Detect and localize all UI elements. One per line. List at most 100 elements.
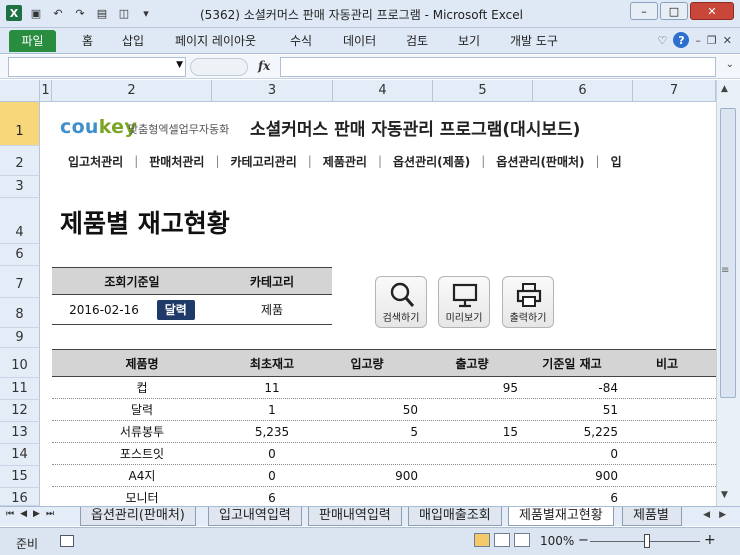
workbook-restore-icon[interactable]: ❐ (707, 34, 717, 47)
row-header[interactable]: 15 (0, 466, 40, 488)
minimize-button[interactable]: – (630, 2, 658, 20)
window-title: (5362) 소셜커머스 판매 자동관리 프로그램 - Microsoft Ex… (200, 8, 523, 22)
save-icon[interactable]: ▣ (28, 5, 44, 21)
sheet-tab[interactable]: 제품별 (622, 507, 682, 526)
split-grip-icon[interactable]: ≡ (721, 265, 729, 276)
sheet-tab[interactable]: 옵션관리(판매처) (80, 507, 196, 526)
tab-home[interactable]: 홈 (82, 32, 93, 49)
tab-developer[interactable]: 개발 도구 (510, 32, 558, 49)
tab-insert[interactable]: 삽입 (122, 32, 144, 49)
scroll-thumb[interactable] (720, 108, 736, 398)
column-header[interactable]: 5 (433, 80, 533, 102)
chevron-down-icon[interactable]: ▼ (176, 60, 183, 70)
table-row[interactable]: 컵 11 95 -84 (52, 377, 716, 399)
formula-input[interactable] (280, 57, 716, 77)
insert-function-icon[interactable]: fx (258, 59, 270, 73)
column-header[interactable]: 4 (333, 80, 433, 102)
page-layout-view-icon[interactable] (494, 533, 510, 547)
column-header[interactable]: 2 (52, 80, 212, 102)
sheet-tab-active[interactable]: 제품별재고현황 (508, 507, 614, 526)
row-header[interactable]: 2 (0, 146, 40, 176)
row-header[interactable]: 8 (0, 298, 40, 328)
row-header[interactable]: 6 (0, 244, 40, 266)
row-header[interactable]: 11 (0, 378, 40, 400)
camera-icon[interactable]: ◫ (116, 5, 132, 21)
page-break-view-icon[interactable] (514, 533, 530, 547)
redo-icon[interactable]: ↷ (72, 5, 88, 21)
nav-item-options-product[interactable]: 옵션관리(제품) (382, 153, 481, 170)
nav-item-inbound-vendors[interactable]: 입고처관리 (40, 153, 134, 170)
worksheet[interactable]: coukey 맞춤형엑셀업무자동화 소셜커머스 판매 자동관리 프로그램(대시보… (40, 102, 716, 506)
row-header[interactable]: 13 (0, 422, 40, 444)
row-header[interactable]: 7 (0, 266, 40, 298)
sheet-tab[interactable]: 판매내역입력 (308, 507, 402, 526)
column-header[interactable]: 6 (533, 80, 633, 102)
column-header[interactable]: 3 (212, 80, 333, 102)
table-row[interactable]: 포스트잇 0 0 (52, 443, 716, 465)
scroll-down-icon[interactable]: ▼ (721, 490, 728, 500)
tab-review[interactable]: 검토 (406, 32, 428, 49)
column-header[interactable]: 7 (633, 80, 716, 102)
query-date-value[interactable]: 2016-02-16 (69, 303, 139, 317)
zoom-in-icon[interactable]: + (704, 532, 716, 548)
help-icon[interactable]: ? (673, 32, 690, 48)
last-sheet-icon[interactable]: ⏭ (46, 509, 54, 519)
zoom-level[interactable]: 100% (540, 534, 574, 548)
table-row[interactable]: 달력 1 50 51 (52, 399, 716, 421)
row-header[interactable]: 12 (0, 400, 40, 422)
table-row[interactable]: 서류봉투 5,235 5 15 5,225 (52, 421, 716, 443)
scroll-right-icon[interactable]: ▶ (719, 510, 726, 520)
zoom-slider-knob[interactable] (644, 534, 650, 548)
scroll-up-icon[interactable]: ▲ (721, 84, 728, 94)
row-header[interactable]: 9 (0, 328, 40, 348)
first-sheet-icon[interactable]: ⏮ (6, 509, 14, 519)
undo-icon[interactable]: ↶ (50, 5, 66, 21)
nav-item-sales-channels[interactable]: 판매처관리 (138, 153, 215, 170)
sheet-tab[interactable]: 매입매출조회 (408, 507, 502, 526)
tab-formulas[interactable]: 수식 (290, 32, 312, 49)
excel-logo-icon[interactable]: X (6, 5, 22, 21)
vertical-scrollbar[interactable]: ▲ ≡ ▼ (716, 80, 740, 506)
minimize-ribbon-icon[interactable]: ♡ (658, 34, 668, 47)
zoom-out-icon[interactable]: − (578, 533, 589, 548)
customize-qat-icon[interactable]: ▾ (138, 5, 154, 21)
tab-data[interactable]: 데이터 (343, 32, 376, 49)
nav-item-more[interactable]: 입 (600, 153, 633, 170)
search-button[interactable]: 검색하기 (375, 276, 427, 328)
form-icon[interactable]: ▤ (94, 5, 110, 21)
table-row[interactable]: A4지 0 900 900 (52, 465, 716, 487)
query-header: 조회기준일 카테고리 (52, 267, 332, 295)
prev-sheet-icon[interactable]: ◀ (20, 509, 27, 519)
row-header[interactable]: 4 (0, 198, 40, 244)
maximize-button[interactable]: □ (660, 2, 688, 20)
workbook-minimize-icon[interactable]: – (695, 34, 701, 47)
nav-item-options-channel[interactable]: 옵션관리(판매처) (485, 153, 595, 170)
row-header[interactable]: 14 (0, 444, 40, 466)
normal-view-icon[interactable] (474, 533, 490, 547)
tab-page-layout[interactable]: 페이지 레이아웃 (175, 32, 256, 49)
query-category-value[interactable]: 제품 (212, 296, 332, 324)
print-button[interactable]: 출력하기 (502, 276, 554, 328)
column-header[interactable]: 1 (40, 80, 52, 102)
scroll-left-icon[interactable]: ◀ (703, 510, 710, 520)
cell-initial-stock: 5,235 (254, 424, 290, 439)
next-sheet-icon[interactable]: ▶ (33, 509, 40, 519)
row-header[interactable]: 16 (0, 488, 40, 506)
row-header[interactable]: 3 (0, 176, 40, 198)
nav-item-categories[interactable]: 카테고리관리 (220, 153, 308, 170)
nav-item-products[interactable]: 제품관리 (312, 153, 378, 170)
select-all-corner[interactable] (0, 80, 40, 102)
tab-view[interactable]: 보기 (458, 32, 480, 49)
row-header[interactable]: 1 (0, 102, 40, 146)
row-header[interactable]: 10 (0, 348, 40, 378)
calendar-button[interactable]: 달력 (156, 299, 195, 320)
macro-record-icon[interactable] (60, 535, 74, 547)
workbook-close-icon[interactable]: ✕ (723, 34, 732, 47)
tab-file[interactable]: 파일 (9, 30, 56, 52)
preview-button[interactable]: 미리보기 (438, 276, 490, 328)
sheet-tab[interactable]: 입고내역입력 (208, 507, 302, 526)
expand-formula-icon[interactable]: ⌄ (726, 59, 734, 70)
table-row[interactable]: 모니터 6 6 (52, 487, 716, 506)
close-button[interactable]: ✕ (690, 2, 734, 20)
name-box[interactable]: ▼ (8, 57, 186, 77)
